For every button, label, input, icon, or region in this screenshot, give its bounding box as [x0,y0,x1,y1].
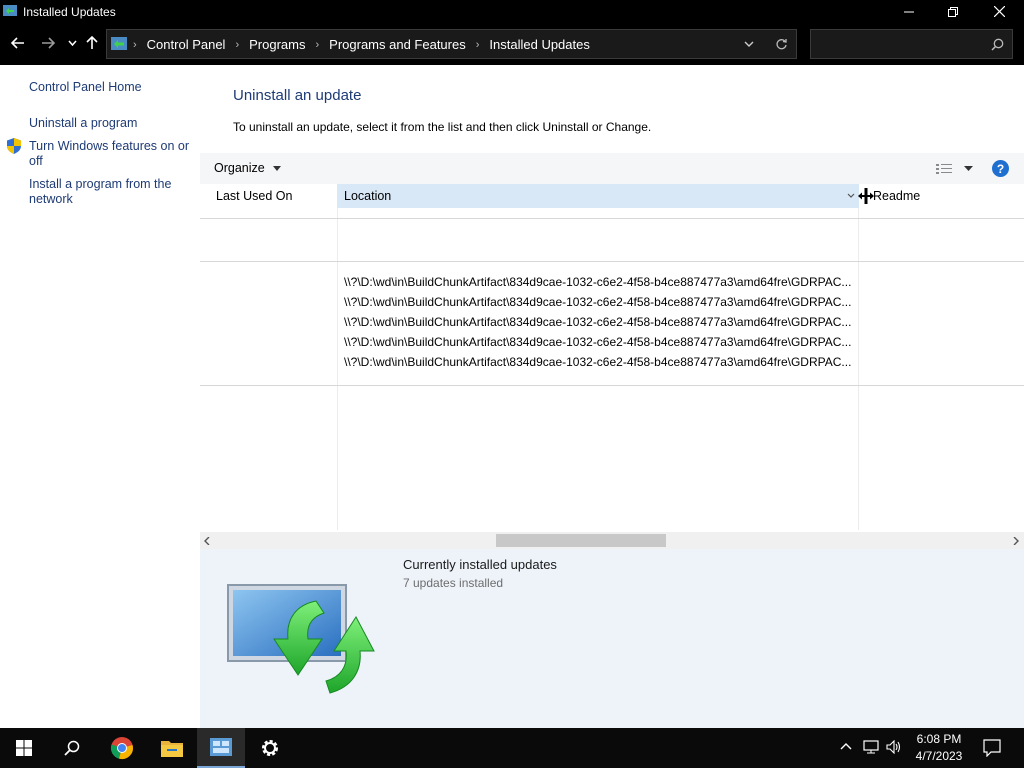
clock-time: 6:08 PM [916,732,962,746]
view-details-icon[interactable] [936,163,952,175]
refresh-icon[interactable] [775,38,788,51]
file-explorer-taskbar-button[interactable] [148,728,196,768]
column-headers: Last Used On Location Readme [208,184,1024,208]
column-header-location-label: Location [344,189,392,203]
scrollbar-thumb[interactable] [496,534,666,547]
breadcrumb-installed-updates[interactable]: Installed Updates [489,37,589,52]
details-pane: Currently installed updates 7 updates in… [200,549,1024,728]
details-title: Currently installed updates [403,557,557,572]
column-header-readme[interactable]: Readme [859,184,1024,208]
taskbar: 6:08 PM 4/7/2023 [0,728,1024,768]
group-divider [200,218,1024,219]
horizontal-scrollbar[interactable] [200,532,1024,549]
view-options-dropdown-icon[interactable] [964,166,973,171]
search-taskbar-button[interactable] [48,728,96,768]
chevron-right-icon[interactable]: › [476,39,480,51]
breadcrumb-programs-and-features[interactable]: Programs and Features [329,37,466,52]
caret-down-icon [273,166,282,172]
list-item[interactable]: \\?\D:\wd\in\BuildChunkArtifact\834d9cae… [344,315,854,329]
column-resize-cursor-icon [858,188,874,204]
details-count: 7 updates installed [403,576,504,590]
control-panel-icon [3,5,17,16]
column-header-last-used-on[interactable]: Last Used On [208,184,337,208]
list-item[interactable]: \\?\D:\wd\in\BuildChunkArtifact\834d9cae… [344,335,854,349]
navigation-bar: › Control Panel › Programs › Programs an… [0,23,1024,65]
start-button[interactable] [0,728,48,768]
control-panel-icon [111,37,127,50]
shield-icon [7,138,21,154]
minimize-button[interactable] [886,0,932,23]
group-divider [200,385,1024,386]
clock-date: 4/7/2023 [915,749,963,763]
notifications-icon[interactable] [983,739,1001,757]
search-input[interactable] [815,35,985,53]
window-title: Installed Updates [23,5,116,19]
command-bar: Organize ? [200,153,1024,184]
folder-icon [161,741,183,757]
control-panel-home-link[interactable]: Control Panel Home [29,80,142,95]
svg-text:?: ? [997,162,1004,176]
column-divider [858,208,859,530]
list-item[interactable]: \\?\D:\wd\in\BuildChunkArtifact\834d9cae… [344,295,854,309]
forward-arrow-icon [42,37,55,49]
chevron-down-icon [67,40,77,46]
system-clock[interactable]: 6:08 PM 4/7/2023 [906,731,972,765]
chrome-taskbar-button[interactable] [98,728,146,768]
column-sort-chevron-icon[interactable] [847,193,855,198]
search-icon[interactable] [991,38,1004,51]
forward-button[interactable] [38,33,58,53]
help-icon[interactable]: ? [992,160,1009,177]
scroll-left-icon[interactable] [204,537,210,545]
chevron-right-icon[interactable]: › [315,39,319,51]
scroll-right-icon[interactable] [1013,537,1019,545]
volume-icon[interactable] [886,740,902,754]
address-dropdown-icon[interactable] [744,41,754,48]
restore-button[interactable] [930,0,976,23]
show-hidden-icons-chevron-icon[interactable] [840,742,852,750]
install-from-network-link[interactable]: Install a program from the network [29,177,189,207]
windows-features-link[interactable]: Turn Windows features on or off [29,139,194,169]
list-item[interactable]: \\?\D:\wd\in\BuildChunkArtifact\834d9cae… [344,275,854,289]
organize-label: Organize [214,161,265,175]
control-panel-icon [210,738,232,756]
close-button[interactable] [976,0,1022,23]
column-divider [337,208,338,530]
gear-icon [262,740,278,756]
breadcrumb-control-panel[interactable]: Control Panel [147,37,226,52]
control-panel-taskbar-button[interactable] [197,728,245,768]
page-title: Uninstall an update [233,87,362,104]
back-arrow-icon [11,37,24,49]
back-button[interactable] [8,33,28,53]
installed-updates-window: Installed Updates › Control Panel › Prog… [0,0,1024,728]
close-icon [993,6,1005,17]
restore-icon [948,6,958,17]
chrome-icon [110,737,133,759]
network-icon[interactable] [863,740,879,754]
search-box[interactable] [810,29,1013,59]
up-button[interactable] [82,33,102,53]
main-content: Uninstall an update To uninstall an upda… [200,65,1024,728]
up-arrow-icon [86,36,98,49]
list-item[interactable]: \\?\D:\wd\in\BuildChunkArtifact\834d9cae… [344,355,854,369]
organize-button[interactable]: Organize [214,161,282,175]
recent-locations-button[interactable] [62,33,82,53]
address-bar[interactable]: › Control Panel › Programs › Programs an… [106,29,797,59]
uninstall-program-link[interactable]: Uninstall a program [29,116,137,131]
chevron-right-icon[interactable]: › [235,39,239,51]
breadcrumb-programs[interactable]: Programs [249,37,305,52]
tasks-pane: Control Panel Home Uninstall a program T… [0,65,200,728]
windows-logo-icon [16,740,32,756]
search-icon [64,740,80,756]
updates-list[interactable]: \\?\D:\wd\in\BuildChunkArtifact\834d9cae… [200,208,1024,530]
title-bar: Installed Updates [0,0,1024,23]
page-description: To uninstall an update, select it from t… [233,120,652,134]
column-header-location[interactable]: Location [337,184,859,208]
chevron-right-icon: › [133,38,137,51]
breadcrumb: › Control Panel › Programs › Programs an… [133,37,590,52]
windows-update-icon [227,584,375,694]
minimize-icon [904,11,914,12]
group-divider [200,261,1024,262]
settings-taskbar-button[interactable] [246,728,294,768]
